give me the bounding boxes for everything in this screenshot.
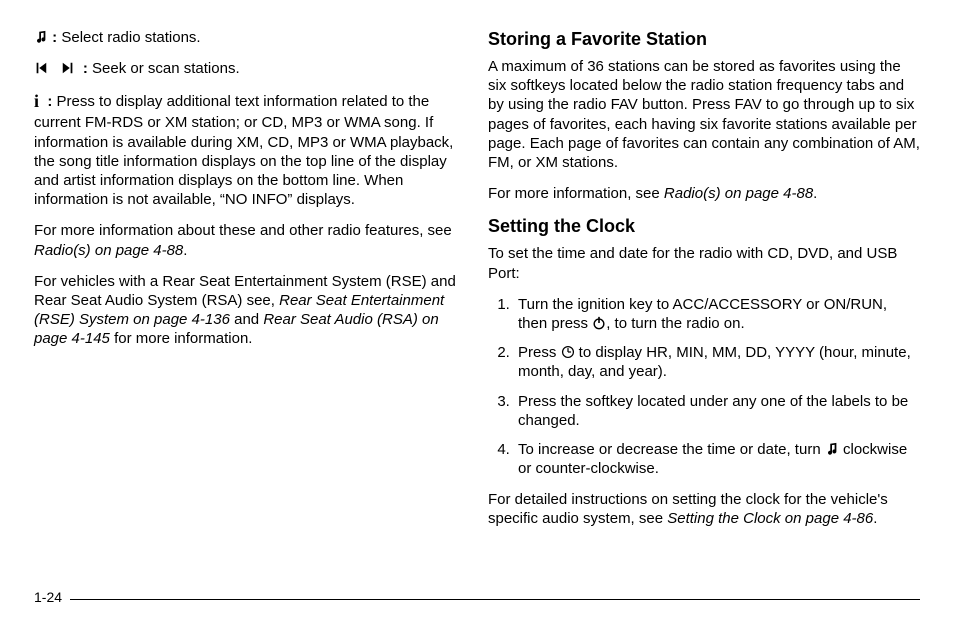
heading-storing-favorite: Storing a Favorite Station — [488, 28, 920, 51]
info-icon: i — [34, 91, 39, 111]
text: . — [873, 510, 877, 527]
clock-step-2: Press to display HR, MIN, MM, DD, YYYY (… — [514, 343, 920, 381]
music-note-icon — [34, 29, 52, 46]
storing-favorite-text: A maximum of 36 stations can be stored a… — [488, 57, 920, 172]
text: and — [230, 311, 263, 328]
seek-prev-icon — [34, 60, 52, 77]
page-number: 1-24 — [34, 589, 70, 605]
clock-steps: Turn the ignition key to ACC/ACCESSORY o… — [488, 295, 920, 479]
text: Press to display additional text informa… — [34, 93, 453, 208]
clock-icon — [561, 344, 575, 361]
info-button-item: i : Press to display additional text inf… — [34, 90, 466, 209]
text: , to turn the radio on. — [606, 315, 744, 332]
more-info-radio-2: For more information, see Radio(s) on pa… — [488, 184, 920, 203]
clock-more-info: For detailed instructions on setting the… — [488, 490, 920, 528]
right-column: Storing a Favorite Station A maximum of … — [488, 28, 920, 618]
seek-scan-item: : Seek or scan stations. — [34, 59, 466, 78]
xref-radio-2: Radio(s) on page 4-88 — [664, 185, 813, 202]
text: Seek or scan stations. — [92, 60, 240, 77]
xref-radio: Radio(s) on page 4-88 — [34, 242, 183, 259]
xref-clock: Setting the Clock on page 4-86 — [667, 510, 873, 527]
rse-rsa-info: For vehicles with a Rear Seat Entertainm… — [34, 272, 466, 349]
text: Select radio stations. — [61, 29, 200, 46]
setting-clock-intro: To set the time and date for the radio w… — [488, 244, 920, 282]
clock-step-4: To increase or decrease the time or date… — [514, 440, 920, 478]
text: . — [813, 185, 817, 202]
text: To increase or decrease the time or date… — [518, 441, 825, 458]
text: Press — [518, 344, 561, 361]
page-footer: 1-24 — [34, 599, 920, 618]
text: For more information about these and oth… — [34, 222, 452, 239]
clock-step-1: Turn the ignition key to ACC/ACCESSORY o… — [514, 295, 920, 333]
text: to display HR, MIN, MM, DD, YYYY (hour, … — [518, 344, 911, 380]
radio-select-item: : Select radio stations. — [34, 28, 466, 47]
music-note-icon — [825, 441, 839, 458]
seek-next-icon — [61, 60, 79, 77]
manual-page: : Select radio stations. : Seek or scan … — [0, 0, 954, 638]
more-info-radio: For more information about these and oth… — [34, 221, 466, 259]
text: . — [183, 242, 187, 259]
left-column: : Select radio stations. : Seek or scan … — [34, 28, 466, 618]
text: for more information. — [110, 330, 253, 347]
clock-step-3: Press the softkey located under any one … — [514, 392, 920, 430]
text: For more information, see — [488, 185, 664, 202]
power-icon — [592, 315, 606, 332]
heading-setting-clock: Setting the Clock — [488, 215, 920, 238]
